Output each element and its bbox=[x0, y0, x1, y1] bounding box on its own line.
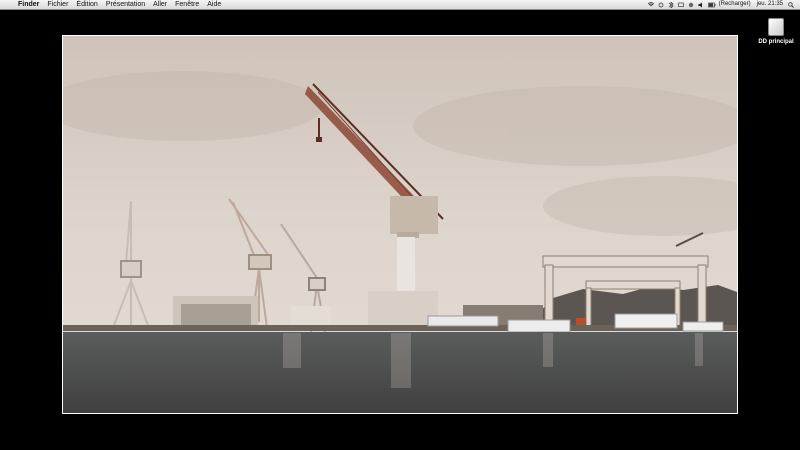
timemachine-icon[interactable] bbox=[688, 2, 694, 8]
clock[interactable]: jeu. 21:35 bbox=[754, 0, 786, 9]
menu-bar: Finder Fichier Édition Présentation Alle… bbox=[0, 0, 800, 10]
bluetooth-icon[interactable] bbox=[668, 0, 674, 9]
menu-presentation[interactable]: Présentation bbox=[102, 0, 149, 9]
harbor-photo bbox=[63, 36, 737, 413]
sync-icon[interactable] bbox=[658, 2, 664, 8]
desktop-drive-icon[interactable]: DD principal bbox=[756, 18, 796, 45]
menu-aide[interactable]: Aide bbox=[203, 0, 225, 9]
spotlight-icon[interactable] bbox=[788, 1, 794, 8]
menu-edition[interactable]: Édition bbox=[72, 0, 101, 9]
menu-aller[interactable]: Aller bbox=[149, 0, 171, 9]
wifi-icon[interactable] bbox=[647, 1, 654, 8]
menu-fenetre[interactable]: Fenêtre bbox=[171, 0, 203, 9]
volume-icon[interactable] bbox=[698, 2, 704, 8]
battery-icon[interactable] bbox=[707, 2, 716, 8]
drive-label: DD principal bbox=[758, 39, 794, 45]
photo-frame bbox=[62, 35, 738, 414]
display-icon[interactable] bbox=[677, 2, 684, 8]
menu-fichier[interactable]: Fichier bbox=[43, 0, 72, 9]
menu-extras: (Recharger) jeu. 21:35 bbox=[646, 0, 800, 9]
menu-app-finder[interactable]: Finder bbox=[14, 0, 43, 9]
hard-drive-icon bbox=[768, 18, 784, 36]
battery-status-text[interactable]: (Recharger) bbox=[716, 0, 754, 9]
